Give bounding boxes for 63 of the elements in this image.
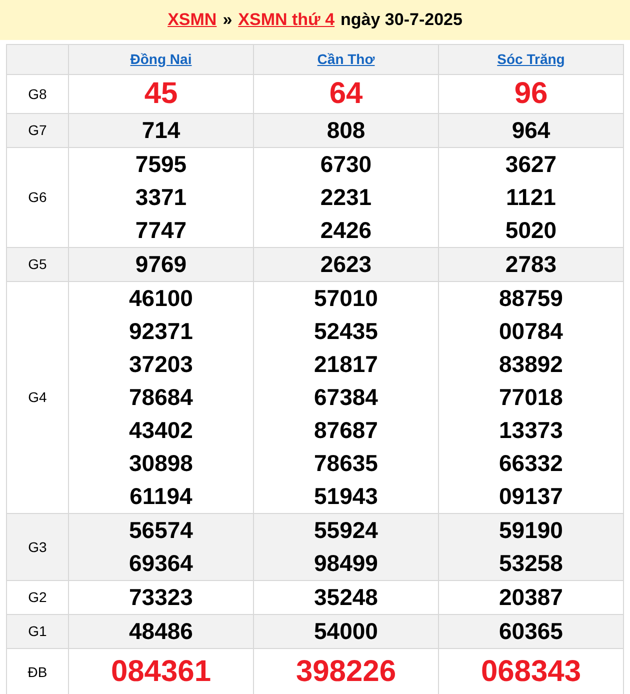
result-number: 7595 — [134, 150, 188, 179]
result-number: 2783 — [504, 250, 558, 279]
province-link[interactable]: Đồng Nai — [130, 50, 192, 66]
result-number: 00784 — [498, 317, 564, 346]
title-link[interactable]: XSMN — [168, 7, 217, 33]
result-number: 98499 — [313, 549, 379, 578]
result-number: 964 — [510, 116, 552, 145]
result-number: 808 — [326, 116, 366, 145]
result-number: 2623 — [319, 250, 373, 279]
separator-text: » — [222, 9, 232, 32]
result-number: 54000 — [313, 617, 379, 646]
result-number: 78684 — [128, 383, 194, 412]
result-number: 57010 — [313, 284, 379, 313]
prize-label: ĐB — [6, 648, 68, 694]
result-number: 48486 — [128, 617, 194, 646]
result-number: 714 — [140, 116, 182, 145]
province-link[interactable]: Sóc Trăng — [497, 50, 565, 66]
result-number: 3371 — [134, 183, 188, 212]
result-number: 92371 — [128, 317, 194, 346]
date-text: ngày 30-7-2025 — [340, 9, 462, 32]
result-number: 69364 — [128, 549, 194, 578]
result-number: 96 — [513, 76, 549, 112]
result-number: 6730 — [319, 150, 373, 179]
result-number: 51943 — [313, 482, 379, 511]
result-number: 73323 — [128, 583, 194, 612]
result-number: 87687 — [313, 416, 379, 445]
result-number: 398226 — [294, 654, 398, 690]
result-number: 52435 — [313, 317, 379, 346]
title-link[interactable]: XSMN thứ 4 — [238, 7, 335, 33]
result-number: 09137 — [498, 482, 564, 511]
result-number: 1121 — [505, 183, 557, 212]
result-number: 37203 — [128, 350, 194, 379]
result-number: 9769 — [134, 250, 188, 279]
result-number: 3627 — [504, 150, 558, 179]
prize-label: G4 — [6, 282, 68, 514]
result-number: 83892 — [498, 350, 564, 379]
result-number: 67384 — [313, 383, 379, 412]
result-number: 5020 — [504, 216, 558, 245]
province-link[interactable]: Cần Thơ — [317, 50, 375, 66]
result-number: 21817 — [313, 350, 379, 379]
result-number: 78635 — [313, 449, 379, 478]
result-number: 60365 — [498, 617, 564, 646]
result-number: 35248 — [313, 583, 379, 612]
result-number: 084361 — [110, 654, 212, 690]
result-number: 2426 — [319, 216, 373, 245]
result-number: 2231 — [319, 183, 373, 212]
result-number: 66332 — [498, 449, 564, 478]
result-number: 59190 — [498, 516, 564, 545]
result-number: 53258 — [498, 549, 564, 578]
result-number: 20387 — [498, 583, 564, 612]
result-number: 55924 — [313, 516, 379, 545]
result-number: 56574 — [128, 516, 194, 545]
result-number: 77018 — [498, 383, 564, 412]
result-number: 30898 — [128, 449, 194, 478]
result-number: 43402 — [128, 416, 194, 445]
result-number: 068343 — [480, 654, 582, 690]
result-number: 46100 — [128, 284, 194, 313]
result-number: 88759 — [498, 284, 564, 313]
result-number: 7747 — [134, 216, 188, 245]
result-number: 45 — [143, 76, 179, 112]
result-number: 13373 — [498, 416, 564, 445]
result-number: 61194 — [128, 482, 194, 511]
result-number: 64 — [328, 76, 364, 112]
